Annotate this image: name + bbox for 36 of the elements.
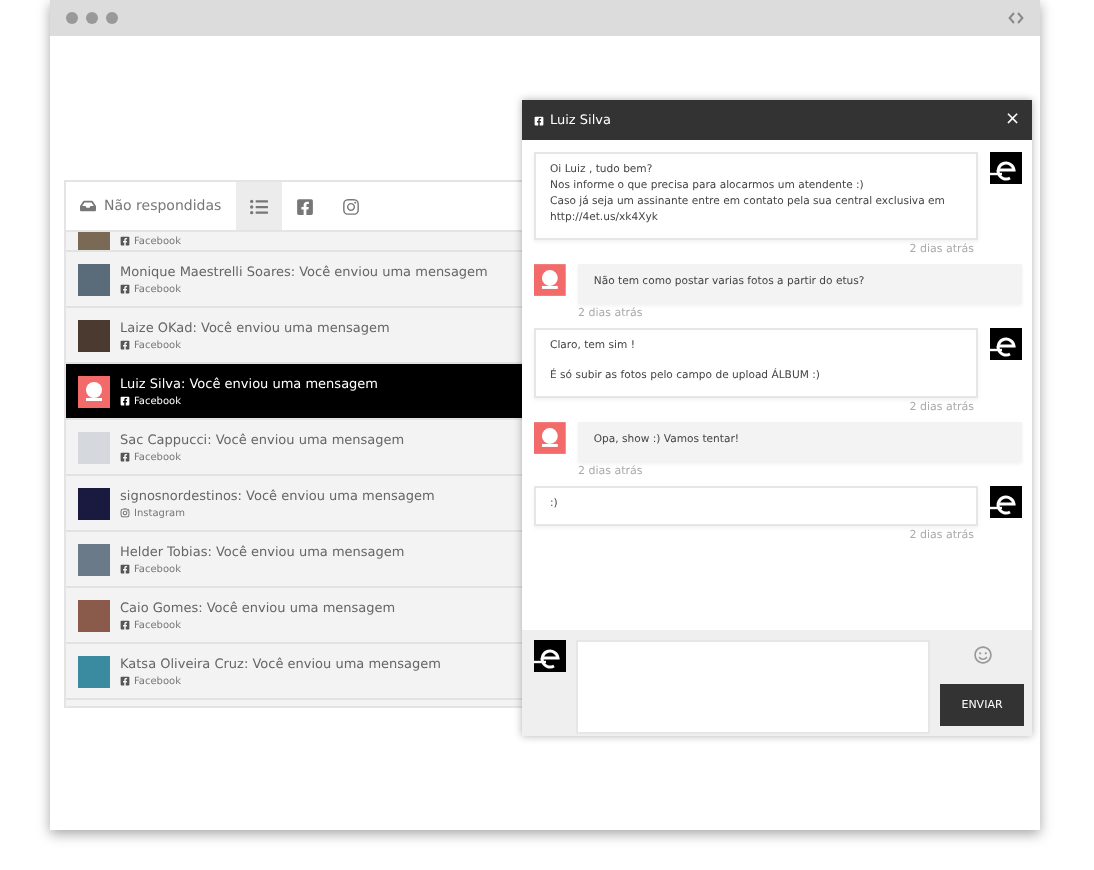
instagram-icon — [341, 197, 360, 215]
instagram-icon — [120, 508, 130, 518]
brand-logo-icon — [990, 486, 1022, 518]
facebook-icon — [120, 396, 130, 406]
facebook-icon — [295, 197, 314, 215]
facebook-icon — [120, 236, 130, 246]
window-dot — [66, 12, 78, 24]
brand-logo-icon — [990, 328, 1022, 360]
avatar-photo-placeholder — [78, 599, 110, 631]
brand-logo-icon — [990, 152, 1022, 184]
facebook-icon — [120, 564, 130, 574]
chat-logo-icon — [534, 422, 566, 454]
avatar-photo-placeholder — [78, 319, 110, 351]
list-icon — [249, 197, 268, 215]
facebook-icon — [534, 115, 544, 125]
brand-logo-icon — [534, 640, 566, 672]
facebook-icon — [120, 284, 130, 294]
filter-tab[interactable] — [235, 182, 282, 230]
close-button[interactable]: × — [1004, 110, 1020, 130]
avatar-photo-placeholder — [78, 655, 110, 687]
avatar-photo-placeholder — [78, 263, 110, 295]
message-input-field[interactable] — [576, 640, 930, 734]
facebook-icon — [120, 452, 130, 462]
avatar-placeholder — [78, 431, 110, 463]
avatar-photo-placeholder — [78, 543, 110, 575]
chat-logo-icon — [534, 264, 566, 296]
facebook-icon — [120, 340, 130, 350]
avatar-photo-placeholder — [78, 487, 110, 519]
facebook-icon — [120, 676, 130, 686]
chat-logo-icon — [78, 375, 110, 407]
window-dot — [106, 12, 118, 24]
window-dot — [86, 12, 98, 24]
inbox-icon — [80, 198, 96, 214]
facebook-icon — [120, 620, 130, 630]
code-icon — [1008, 12, 1024, 24]
smiley-icon[interactable] — [973, 646, 991, 664]
